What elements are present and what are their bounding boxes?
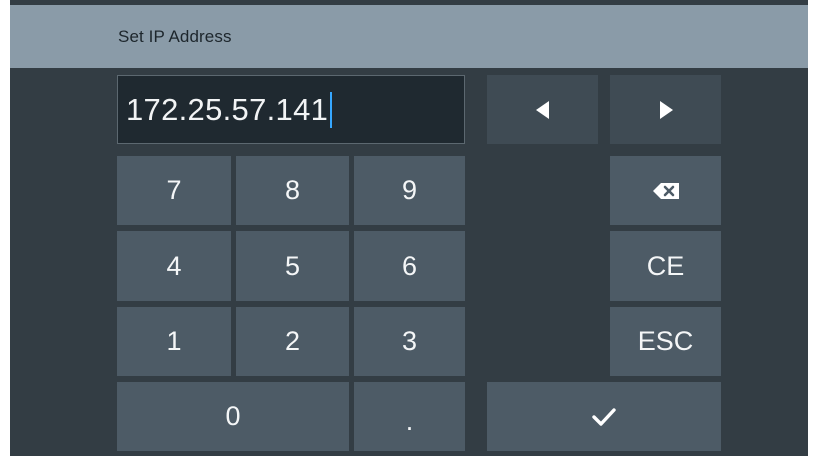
key-dot[interactable]: . [354, 382, 465, 451]
arrow-right-icon [658, 100, 674, 120]
title-bar: Set IP Address [10, 5, 808, 68]
key-6[interactable]: 6 [354, 231, 465, 301]
text-caret [330, 91, 333, 128]
clear-entry-button[interactable]: CE [610, 231, 721, 301]
backspace-button[interactable] [610, 156, 721, 225]
cursor-left-button[interactable] [487, 75, 598, 144]
key-2[interactable]: 2 [236, 307, 349, 376]
cursor-right-button[interactable] [610, 75, 721, 144]
key-1[interactable]: 1 [117, 307, 231, 376]
key-5[interactable]: 5 [236, 231, 349, 301]
backspace-icon [652, 182, 680, 200]
escape-button[interactable]: ESC [610, 307, 721, 376]
checkmark-icon [592, 407, 616, 426]
key-8[interactable]: 8 [236, 156, 349, 225]
key-3[interactable]: 3 [354, 307, 465, 376]
key-4[interactable]: 4 [117, 231, 231, 301]
key-0[interactable]: 0 [117, 382, 349, 451]
key-9[interactable]: 9 [354, 156, 465, 225]
arrow-left-icon [535, 100, 551, 120]
key-7[interactable]: 7 [117, 156, 231, 225]
dialog-title: Set IP Address [118, 27, 232, 46]
enter-button[interactable] [487, 382, 721, 451]
ip-address-value: 172.25.57.141 [126, 91, 329, 127]
ip-address-input[interactable]: 172.25.57.141 [117, 75, 465, 144]
